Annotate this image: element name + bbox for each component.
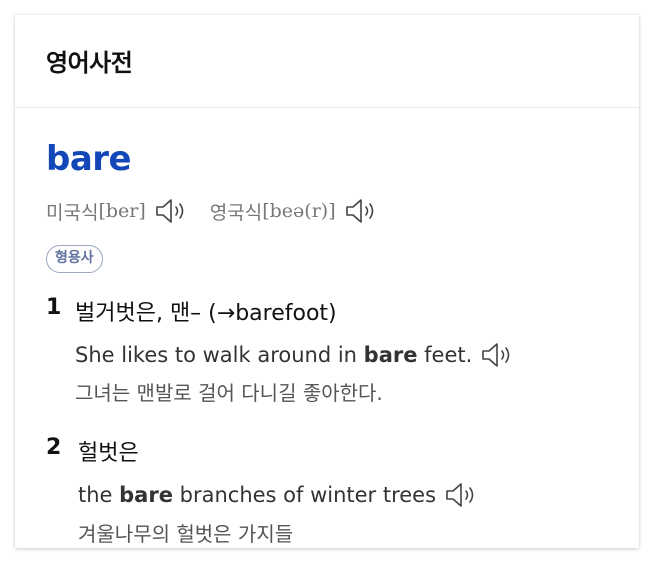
- sense-number: 2: [46, 435, 62, 460]
- pron-us-ipa: [ber]: [98, 200, 146, 222]
- example-highlight: bare: [363, 343, 418, 367]
- example-text: She likes to walk around in: [75, 343, 364, 367]
- example-text: the: [78, 483, 120, 507]
- example-text: feet.: [417, 343, 473, 367]
- speaker-icon[interactable]: [444, 481, 478, 509]
- pron-us-label: 미국식: [46, 201, 99, 224]
- pron-uk-label: 영국식: [209, 201, 263, 224]
- pron-uk-ipa: [beə(r)]: [262, 200, 336, 222]
- example-translation: 그녀는 맨발로 걸어 다니길 좋아한다.: [75, 381, 383, 405]
- speaker-icon[interactable]: [344, 197, 378, 225]
- part-of-speech-badge: 형용사: [46, 245, 103, 273]
- sense-definition: 헐벗은: [78, 441, 139, 466]
- card-title: 영어사전: [46, 49, 133, 77]
- example-sentence: the bare branches of winter trees: [78, 480, 478, 510]
- card-header: 영어사전: [15, 15, 639, 108]
- example-text: branches of winter trees: [172, 483, 437, 507]
- example-sentence: She likes to walk around in bare feet.: [75, 340, 514, 370]
- dictionary-card: 영어사전 bare 미국식 [ber] 영국식 [beə(r)] 형용사 1 벌…: [15, 15, 639, 548]
- speaker-icon[interactable]: [480, 341, 514, 369]
- example-translation: 겨울나무의 헐벗은 가지들: [78, 522, 294, 546]
- sense-definition: 벌거벗은, 맨– (→barefoot): [75, 301, 337, 326]
- headword[interactable]: bare: [46, 139, 132, 179]
- speaker-icon[interactable]: [154, 197, 188, 225]
- sense-number: 1: [46, 295, 62, 320]
- pronunciation-row: 미국식 [ber] 영국식 [beə(r)]: [46, 197, 378, 225]
- example-highlight: bare: [119, 483, 173, 507]
